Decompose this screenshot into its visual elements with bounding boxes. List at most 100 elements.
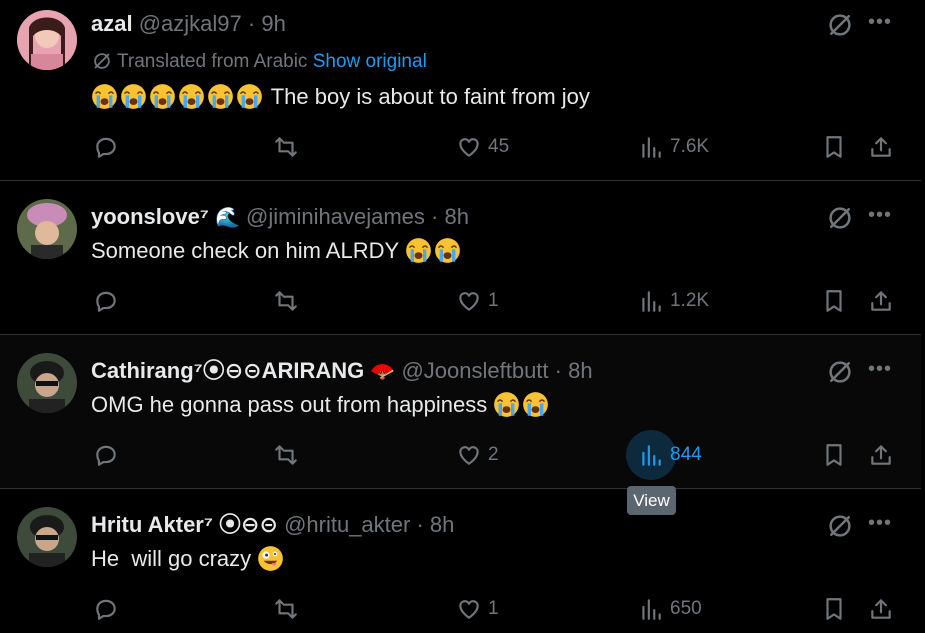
bookmark-icon [821,288,847,314]
timestamp[interactable]: 8h [568,358,592,383]
bookmark-icon [821,596,847,622]
grok-icon[interactable] [825,203,855,233]
bookmark-button[interactable] [821,592,847,626]
translate-icon [91,50,113,72]
translation-notice: Translated from Arabic Show original [91,50,427,74]
like-count: 45 [488,136,510,157]
reply-button[interactable] [93,130,119,164]
like-button[interactable]: 1 [456,284,499,318]
share-button[interactable] [868,130,894,164]
loudly-crying-emoji [236,83,263,110]
share-icon [868,442,894,468]
tweet-text: Someone check on him ALRDY [91,237,463,265]
grok-icon[interactable] [825,10,855,40]
tweet-text: The boy is about to faint from joy [91,83,590,111]
display-name[interactable]: azal [91,11,133,36]
timestamp[interactable]: 9h [261,11,285,36]
tweet-text-body: Someone check on him ALRDY [91,238,399,263]
avatar[interactable] [17,10,77,70]
like-button[interactable]: 1 [456,592,499,626]
user-handle[interactable]: @hritu_akter [284,512,410,537]
like-button[interactable]: 45 [456,130,509,164]
zany-face-emoji [257,545,284,572]
retweet-icon [273,288,299,314]
display-name[interactable]: Cathirang⁷⦿⊖⊝ARIRANG [91,358,364,383]
loudly-crying-emoji [120,83,147,110]
timestamp[interactable]: 8h [444,204,468,229]
share-button[interactable] [868,284,894,318]
grok-icon[interactable] [825,357,855,387]
share-button[interactable] [868,438,894,472]
like-icon [456,442,482,468]
avatar[interactable] [17,199,77,259]
more-icon[interactable]: ••• [865,511,895,541]
share-button[interactable] [868,592,894,626]
retweet-button[interactable] [273,438,299,472]
like-icon [456,288,482,314]
user-handle[interactable]: @Joonsleftbutt [401,358,548,383]
like-count: 2 [488,444,499,465]
more-icon[interactable]: ••• [865,10,895,40]
tweet-text-body: He will go crazy [91,546,252,571]
like-button[interactable]: 2 [456,438,499,472]
reply-icon [93,134,119,160]
retweet-button[interactable] [273,284,299,318]
translated-label: Translated from Arabic [117,51,308,72]
more-icon[interactable]: ••• [865,203,895,233]
tweet[interactable]: Hritu Akter⁷ ⦿⊖⊝ @hritu_akter · 8h ••• H… [0,489,921,633]
display-name[interactable]: Hritu Akter⁷ ⦿⊖⊝ [91,512,278,537]
avatar[interactable] [17,507,77,567]
like-count: 1 [488,598,499,619]
tweet-text-body: OMG he gonna pass out from happiness [91,392,488,417]
retweet-button[interactable] [273,592,299,626]
retweet-icon [273,596,299,622]
grok-icon[interactable] [825,511,855,541]
tweet-text: He will go crazy [91,545,286,573]
loudly-crying-emoji [91,83,118,110]
views-icon [638,596,664,622]
views-icon [638,288,664,314]
like-icon [456,596,482,622]
loudly-crying-emoji [405,237,432,264]
views-icon [638,442,664,468]
separator-dot: · [247,11,256,36]
reply-button[interactable] [93,284,119,318]
view-count: 7.6K [670,136,710,157]
views-button[interactable]: 7.6K [638,130,709,164]
share-icon [868,134,894,160]
bookmark-button[interactable] [821,284,847,318]
reply-button[interactable] [93,438,119,472]
loudly-crying-emoji [149,83,176,110]
more-icon[interactable]: ••• [865,357,895,387]
bookmark-button[interactable] [821,438,847,472]
avatar[interactable] [17,353,77,413]
views-icon [638,134,664,160]
timestamp[interactable]: 8h [430,512,454,537]
tweet[interactable]: yoonslove⁷ 🌊 @jiminihavejames · 8h ••• S… [0,181,921,335]
display-name[interactable]: yoonslove⁷ [91,204,209,229]
reply-icon [93,596,119,622]
tweet[interactable]: Cathirang⁷⦿⊖⊝ARIRANG 🪭 @Joonsleftbutt · … [0,335,921,489]
fan-emoji: 🪭 [370,361,396,383]
separator-dot: · [431,204,439,229]
views-button[interactable]: 1.2K [638,284,709,318]
reply-button[interactable] [93,592,119,626]
tweet-text-body: The boy is about to faint from joy [270,84,590,109]
user-handle[interactable]: @azjkal97 [139,11,242,36]
retweet-button[interactable] [273,130,299,164]
loudly-crying-emoji [434,237,461,264]
views-button[interactable]: 844 [638,438,702,472]
loudly-crying-emoji [178,83,205,110]
views-button[interactable]: 650 [638,592,702,626]
share-icon [868,288,894,314]
bookmark-button[interactable] [821,130,847,164]
user-handle[interactable]: @jiminihavejames [246,204,425,229]
reply-icon [93,288,119,314]
views-tooltip: View [627,486,676,515]
tweet[interactable]: azal @azjkal97 · 9h ••• Translated from … [0,0,921,181]
loudly-crying-emoji [522,391,549,418]
view-count: 1.2K [670,290,710,311]
like-icon [456,134,482,160]
show-original-link[interactable]: Show original [313,51,427,72]
retweet-icon [273,442,299,468]
